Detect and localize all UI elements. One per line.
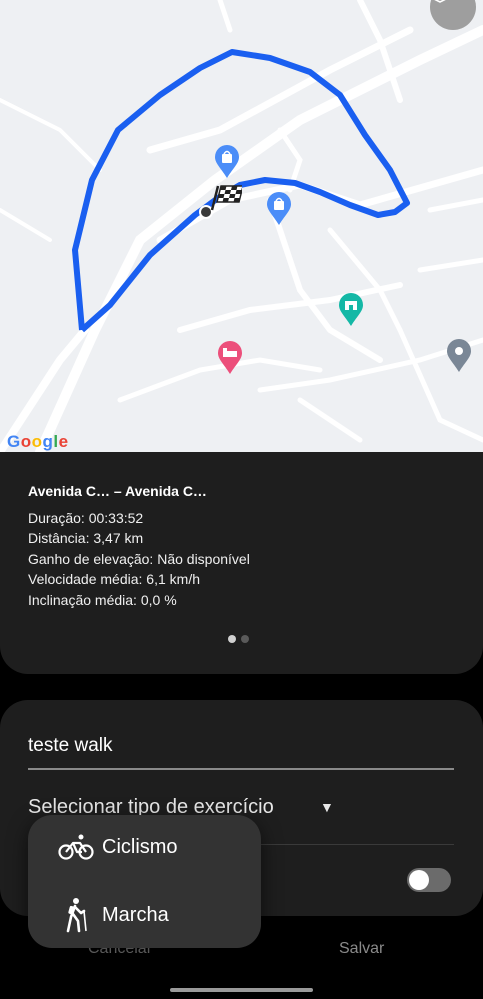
exercise-type-popup: Ciclismo Marcha	[28, 815, 261, 948]
home-indicator[interactable]	[170, 988, 313, 992]
toggle-switch[interactable]	[407, 868, 451, 892]
shopping-bag-pin-icon[interactable]	[214, 145, 240, 179]
toggle-knob	[409, 870, 429, 890]
page-dot[interactable]	[241, 635, 249, 643]
hotel-pin-icon[interactable]	[217, 341, 243, 375]
stat-distance: Distância: 3,47 km	[28, 530, 144, 546]
stat-duration: Duração: 00:33:52	[28, 510, 144, 526]
route-info-card[interactable]: Avenida C… – Avenida C… Duração: 00:33:5…	[0, 452, 483, 674]
hiking-icon	[58, 897, 94, 933]
popup-item-hiking[interactable]: Marcha	[28, 885, 261, 945]
map-canvas	[0, 0, 483, 452]
location-pin-icon[interactable]	[446, 339, 472, 373]
bicycle-icon	[58, 829, 94, 865]
finish-flag-icon	[208, 182, 242, 212]
page-dot-active[interactable]	[228, 635, 236, 643]
popup-item-label: Marcha	[102, 903, 169, 926]
stat-elevation-gain: Ganho de elevação: Não disponível	[28, 551, 250, 567]
stat-average-incline: Inclinação média: 0,0 %	[28, 592, 177, 608]
page-indicator[interactable]	[228, 635, 249, 643]
route-map[interactable]: Google	[0, 0, 483, 452]
save-button[interactable]: Salvar	[339, 940, 384, 958]
landmark-pin-icon[interactable]	[338, 293, 364, 327]
dropdown-arrow-icon: ▼	[320, 799, 334, 815]
route-title: Avenida C… – Avenida C…	[28, 483, 207, 499]
google-logo: Google	[7, 432, 69, 451]
stat-average-speed: Velocidade média: 6,1 km/h	[28, 571, 200, 587]
workout-name-input[interactable]: teste walk	[28, 732, 454, 770]
popup-item-label: Ciclismo	[102, 835, 178, 858]
shopping-bag-pin-icon[interactable]	[266, 192, 292, 226]
popup-item-cycling[interactable]: Ciclismo	[28, 817, 261, 877]
